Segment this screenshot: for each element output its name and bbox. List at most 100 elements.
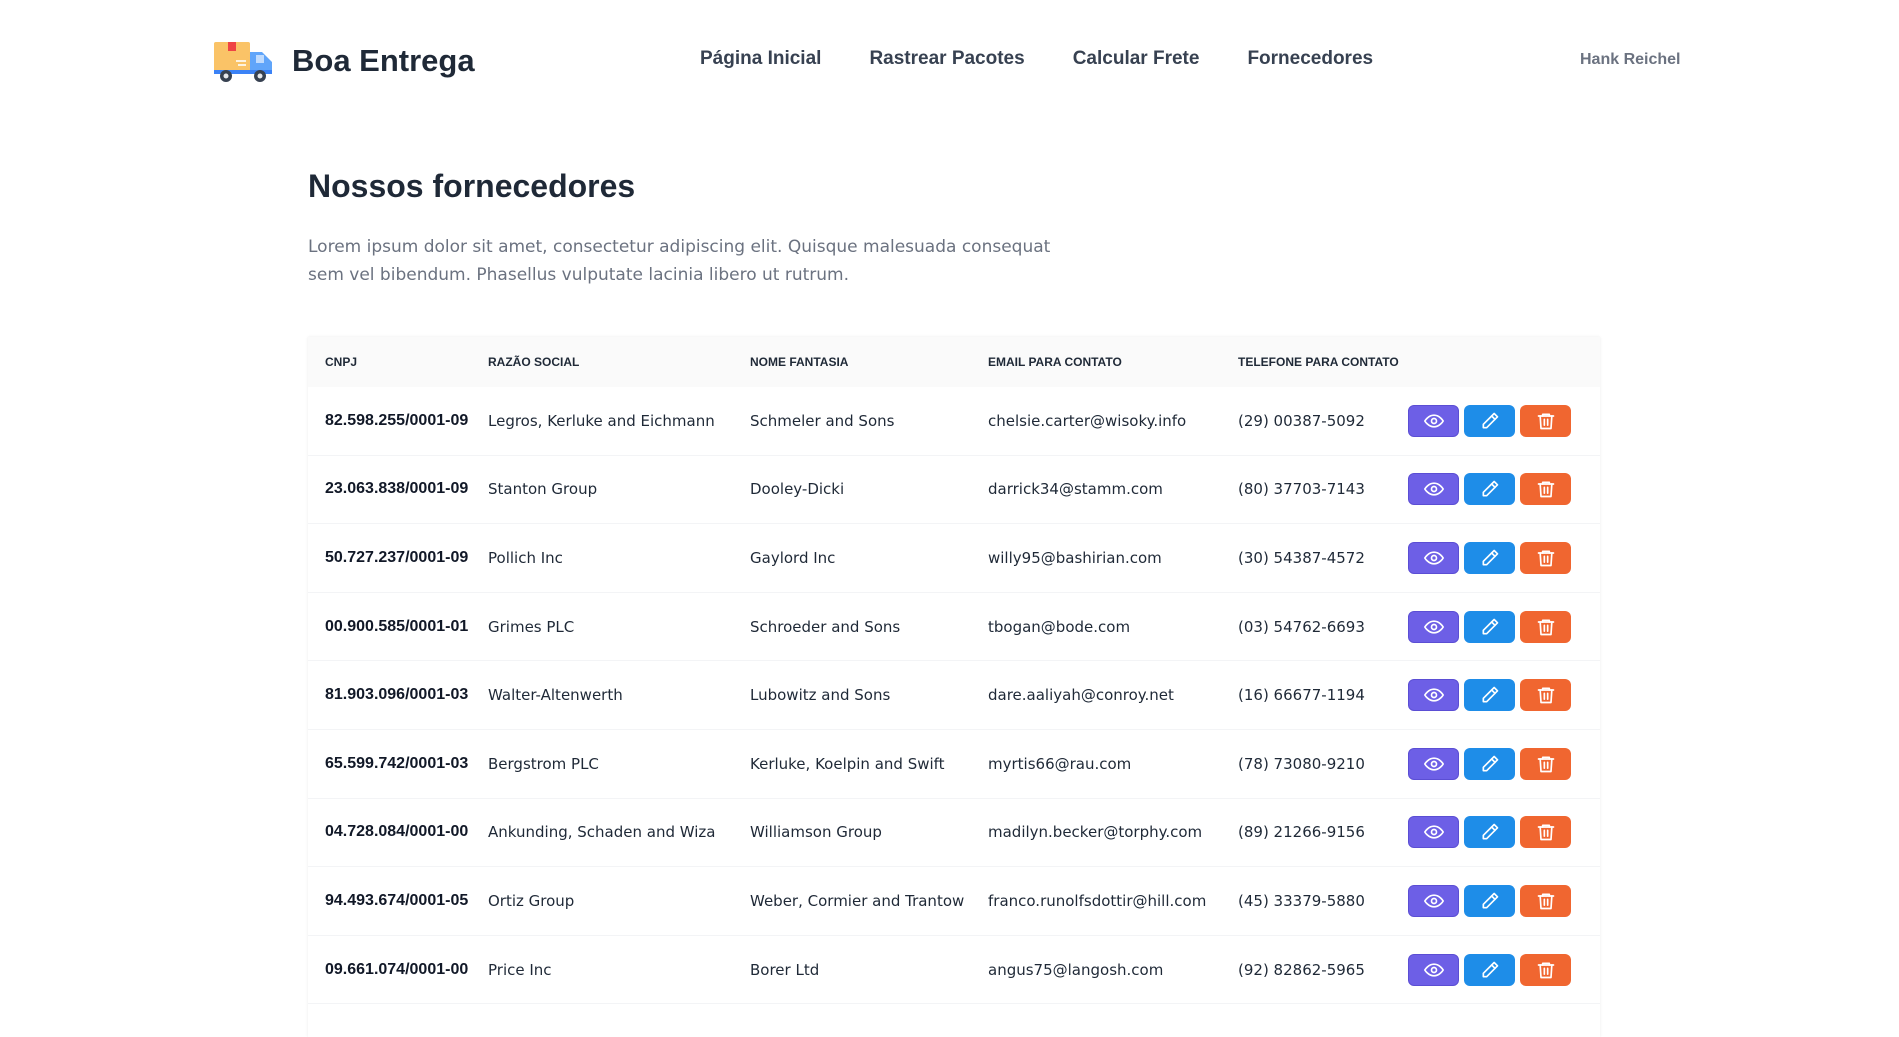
view-button[interactable]: [1408, 747, 1459, 780]
delete-button[interactable]: [1520, 953, 1571, 986]
cell-telefone: (30) 54387-4572: [1238, 548, 1365, 567]
row-actions: [1408, 404, 1571, 437]
cell-email: willy95@bashirian.com: [988, 548, 1162, 567]
view-button[interactable]: [1408, 679, 1459, 712]
nav-link-suppliers[interactable]: Fornecedores: [1247, 48, 1373, 70]
pencil-icon: [1480, 685, 1500, 705]
row-actions: [1408, 884, 1571, 917]
cell-email: darrick34@stamm.com: [988, 480, 1163, 499]
pencil-icon: [1480, 754, 1500, 774]
edit-button[interactable]: [1464, 404, 1515, 437]
brand[interactable]: Boa Entrega: [212, 38, 475, 84]
cell-nome-fantasia: Kerluke, Koelpin and Swift: [750, 754, 945, 773]
delete-button[interactable]: [1520, 884, 1571, 917]
view-button[interactable]: [1408, 884, 1459, 917]
cell-nome-fantasia: Williamson Group: [750, 823, 882, 842]
cell-razao-social: Bergstrom PLC: [488, 754, 599, 773]
cell-razao-social: Ankunding, Schaden and Wiza: [488, 823, 716, 842]
edit-button[interactable]: [1464, 953, 1515, 986]
view-button[interactable]: [1408, 816, 1459, 849]
row-actions: [1408, 953, 1571, 986]
nav-link-freight[interactable]: Calcular Frete: [1073, 48, 1200, 70]
eye-icon: [1423, 617, 1444, 637]
cell-razao-social: Walter-Altenwerth: [488, 686, 623, 705]
suppliers-table: CNPJ Razão Social Nome Fantasia Email pa…: [308, 337, 1600, 1037]
delete-button[interactable]: [1520, 541, 1571, 574]
pencil-icon: [1480, 411, 1500, 431]
trash-icon: [1536, 617, 1556, 637]
pencil-icon: [1480, 960, 1500, 980]
pencil-icon: [1480, 822, 1500, 842]
nav-link-home[interactable]: Página Inicial: [700, 48, 821, 70]
table-row: 23.063.838/0001-09 Stanton Group Dooley-…: [308, 456, 1600, 525]
trash-icon: [1536, 822, 1556, 842]
eye-icon: [1423, 479, 1444, 499]
delete-button[interactable]: [1520, 747, 1571, 780]
cell-email: chelsie.carter@wisoky.info: [988, 411, 1187, 430]
edit-button[interactable]: [1464, 884, 1515, 917]
eye-icon: [1423, 754, 1444, 774]
table-row: 09.661.074/0001-00 Price Inc Borer Ltd a…: [308, 936, 1600, 1005]
header-cnpj: CNPJ: [325, 355, 358, 369]
trash-icon: [1536, 960, 1556, 980]
header-telefone: Telefone para contato: [1238, 355, 1399, 369]
cell-telefone: (80) 37703-7143: [1238, 480, 1365, 499]
edit-button[interactable]: [1464, 541, 1515, 574]
edit-button[interactable]: [1464, 747, 1515, 780]
cell-email: dare.aaliyah@conroy.net: [988, 686, 1174, 705]
view-button[interactable]: [1408, 541, 1459, 574]
header-email: Email para contato: [988, 355, 1122, 369]
row-actions: [1408, 679, 1571, 712]
table-body: 82.598.255/0001-09 Legros, Kerluke and E…: [308, 387, 1600, 1005]
cell-nome-fantasia: Weber, Cormier and Trantow: [750, 891, 965, 910]
eye-icon: [1423, 960, 1444, 980]
cell-telefone: (03) 54762-6693: [1238, 617, 1365, 636]
cell-nome-fantasia: Schroeder and Sons: [750, 617, 901, 636]
cell-razao-social: Grimes PLC: [488, 617, 575, 636]
cell-razao-social: Pollich Inc: [488, 548, 563, 567]
table-row: 81.903.096/0001-03 Walter-Altenwerth Lub…: [308, 661, 1600, 730]
trash-icon: [1536, 548, 1556, 568]
cell-cnpj: 04.728.084/0001-00: [325, 823, 469, 841]
header-nome-fantasia: Nome Fantasia: [750, 355, 849, 369]
cell-telefone: (78) 73080-9210: [1238, 754, 1365, 773]
cell-nome-fantasia: Lubowitz and Sons: [750, 686, 891, 705]
cell-telefone: (45) 33379-5880: [1238, 891, 1365, 910]
delete-button[interactable]: [1520, 679, 1571, 712]
edit-button[interactable]: [1464, 816, 1515, 849]
cell-cnpj: 94.493.674/0001-05: [325, 891, 469, 909]
cell-nome-fantasia: Schmeler and Sons: [750, 411, 895, 430]
edit-button[interactable]: [1464, 473, 1515, 506]
edit-button[interactable]: [1464, 679, 1515, 712]
delete-button[interactable]: [1520, 610, 1571, 643]
pencil-icon: [1480, 548, 1500, 568]
trash-icon: [1536, 891, 1556, 911]
main-content: Nossos fornecedores Lorem ipsum dolor si…: [308, 168, 1598, 289]
trash-icon: [1536, 754, 1556, 774]
delete-button[interactable]: [1520, 473, 1571, 506]
cell-cnpj: 81.903.096/0001-03: [325, 686, 469, 704]
delivery-truck-icon: [212, 38, 276, 84]
row-actions: [1408, 610, 1571, 643]
table-row: 00.900.585/0001-01 Grimes PLC Schroeder …: [308, 593, 1600, 662]
delete-button[interactable]: [1520, 816, 1571, 849]
view-button[interactable]: [1408, 610, 1459, 643]
delete-button[interactable]: [1520, 404, 1571, 437]
eye-icon: [1423, 411, 1444, 431]
view-button[interactable]: [1408, 473, 1459, 506]
eye-icon: [1423, 891, 1444, 911]
pencil-icon: [1480, 617, 1500, 637]
brand-name: Boa Entrega: [292, 43, 475, 78]
eye-icon: [1423, 548, 1444, 568]
view-button[interactable]: [1408, 953, 1459, 986]
cell-razao-social: Legros, Kerluke and Eichmann: [488, 411, 715, 430]
nav-link-track[interactable]: Rastrear Pacotes: [869, 48, 1024, 70]
navbar: Boa Entrega Página Inicial Rastrear Paco…: [0, 0, 1899, 120]
cell-razao-social: Ortiz Group: [488, 891, 575, 910]
cell-email: madilyn.becker@torphy.com: [988, 823, 1203, 842]
cell-cnpj: 00.900.585/0001-01: [325, 617, 469, 635]
view-button[interactable]: [1408, 404, 1459, 437]
user-name[interactable]: Hank Reichel: [1580, 51, 1680, 69]
page-title: Nossos fornecedores: [308, 168, 636, 204]
edit-button[interactable]: [1464, 610, 1515, 643]
